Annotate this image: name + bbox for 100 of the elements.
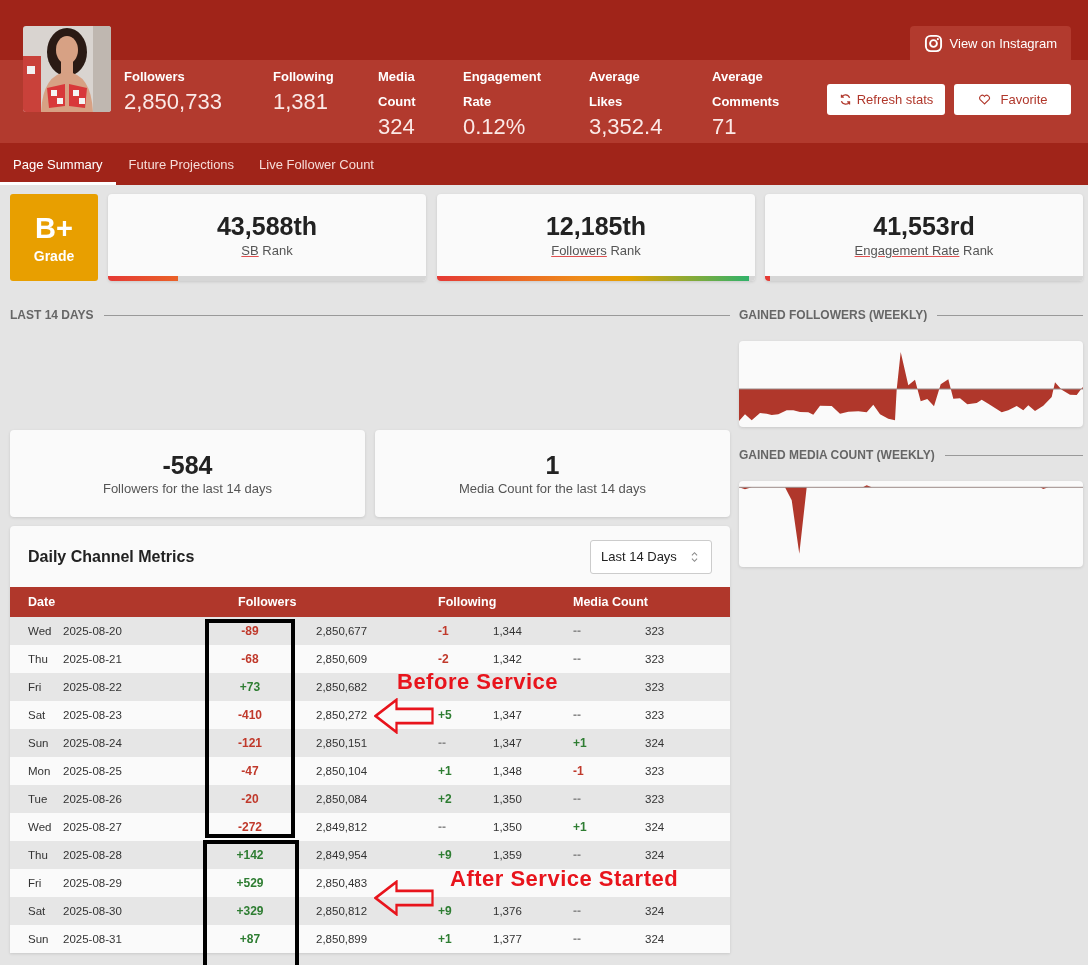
change-value: +1 bbox=[438, 932, 452, 946]
change-value: -1 bbox=[573, 764, 584, 778]
table-cell-text: 1,376 bbox=[493, 905, 523, 917]
change-value: -- bbox=[573, 708, 581, 722]
table-cell-text: 2,850,272 bbox=[315, 709, 369, 721]
heart-icon bbox=[977, 93, 991, 106]
table-cell-text: 2,850,104 bbox=[315, 765, 369, 777]
table-cell-text: 323 bbox=[645, 625, 666, 637]
table-cell-text: 323 bbox=[645, 681, 666, 693]
change-value: +1 bbox=[438, 764, 452, 778]
table-cell-text: Tue bbox=[28, 793, 49, 805]
tab[interactable]: Live Follower Count bbox=[246, 143, 386, 185]
annotation-text: Before Service bbox=[397, 669, 559, 695]
change-value: -47 bbox=[241, 764, 259, 778]
table-cell-text: 2025-08-28 bbox=[63, 849, 123, 861]
column-header: Following bbox=[438, 595, 498, 609]
table-cell-text: 2025-08-25 bbox=[63, 765, 123, 777]
table-cell-text: Thu bbox=[28, 653, 49, 665]
change-value: +9 bbox=[438, 904, 452, 918]
change-value: -121 bbox=[238, 736, 262, 750]
column-header: Followers bbox=[237, 595, 298, 609]
change-value: +529 bbox=[236, 876, 264, 890]
stat-label: Media Count bbox=[378, 68, 416, 111]
table-cell-text: 324 bbox=[645, 905, 666, 917]
table-cell-text: 323 bbox=[645, 793, 666, 805]
table-cell-text: 1,342 bbox=[493, 653, 523, 665]
table-cell-text: 1,348 bbox=[493, 765, 523, 777]
tab[interactable]: Page Summary bbox=[0, 143, 116, 185]
table-cell-text: 2025-08-30 bbox=[63, 905, 123, 917]
stat-label: Average Likes bbox=[589, 68, 640, 111]
table-cell-text: 1,377 bbox=[493, 933, 523, 945]
table-cell-text: 324 bbox=[645, 737, 666, 749]
camera-icon bbox=[923, 33, 943, 53]
table-cell-text: 323 bbox=[645, 765, 666, 777]
table-cell-text: 2025-08-22 bbox=[63, 681, 123, 693]
grade-badge: B+ Grade bbox=[10, 194, 98, 281]
table-cell-text: 2025-08-31 bbox=[63, 933, 123, 945]
stat-value: 1,381 bbox=[273, 89, 329, 115]
change-value: -- bbox=[573, 652, 581, 666]
table-cell-text: Thu bbox=[28, 849, 49, 861]
table-cell-text: 2,850,609 bbox=[315, 653, 369, 665]
table-cell-text: Sun bbox=[28, 737, 50, 749]
view-on-instagram-button[interactable]: View on Instagram bbox=[909, 26, 1071, 60]
change-value: -20 bbox=[241, 792, 259, 806]
table-cell-text: 1,359 bbox=[493, 849, 523, 861]
stat-value: 0.12% bbox=[463, 114, 526, 140]
change-value: +2 bbox=[438, 792, 452, 806]
summary-label: Followers for the last 14 days bbox=[102, 481, 273, 496]
table-cell-text: Fri bbox=[28, 681, 43, 693]
table-cell-text: 323 bbox=[645, 709, 666, 721]
stat-value: 71 bbox=[712, 114, 737, 140]
refresh-button[interactable]: Refresh stats bbox=[827, 84, 945, 115]
table-cell-text: 1,347 bbox=[493, 709, 523, 721]
tab[interactable]: Future Projections bbox=[115, 143, 247, 185]
change-value: -- bbox=[573, 904, 581, 918]
stat-value: 324 bbox=[378, 114, 415, 140]
table-cell-text: 2025-08-29 bbox=[63, 877, 123, 889]
change-value: -68 bbox=[241, 652, 259, 666]
change-value: +9 bbox=[438, 848, 452, 862]
table-cell-text: 1,344 bbox=[493, 625, 523, 637]
table-cell-text: 1,350 bbox=[493, 793, 523, 805]
table-cell-text: 2025-08-20 bbox=[63, 625, 123, 637]
change-value: -410 bbox=[238, 708, 262, 722]
table-cell-text: 1,350 bbox=[493, 821, 523, 833]
table-cell-text: 2,850,812 bbox=[315, 905, 369, 917]
change-value: +73 bbox=[239, 680, 261, 694]
table-cell-text: Mon bbox=[28, 765, 52, 777]
change-value: -1 bbox=[438, 624, 449, 638]
table-cell-text: 2025-08-21 bbox=[63, 653, 123, 665]
table-cell-text: 2,849,954 bbox=[315, 849, 369, 861]
section-title: GAINED MEDIA COUNT (WEEKLY) bbox=[739, 448, 935, 462]
change-value: +1 bbox=[573, 820, 587, 834]
summary-value: -584 bbox=[162, 451, 213, 479]
section-title: GAINED FOLLOWERS (WEEKLY) bbox=[739, 308, 928, 322]
summary-value: 1 bbox=[545, 451, 560, 479]
refresh-icon bbox=[838, 93, 852, 106]
table-cell-text: 2,850,483 bbox=[315, 877, 369, 889]
change-value: +87 bbox=[239, 932, 261, 946]
rank-label: Engagement Rate Rank bbox=[854, 243, 994, 258]
range-select[interactable]: Last 14 Days bbox=[590, 539, 712, 574]
rank-label: SB Rank bbox=[241, 243, 293, 258]
column-header: Media Count bbox=[573, 595, 649, 609]
change-value: -- bbox=[573, 848, 581, 862]
chevron-icon bbox=[690, 550, 699, 563]
change-value: +329 bbox=[236, 904, 264, 918]
arrow-icon bbox=[374, 880, 434, 916]
stat-label: Engagement Rate bbox=[463, 68, 541, 111]
stat-label: Average Comments bbox=[712, 68, 780, 111]
section-title: LAST 14 DAYS bbox=[10, 308, 94, 322]
table-cell-text: 2025-08-27 bbox=[63, 821, 123, 833]
arrow-icon bbox=[374, 698, 434, 734]
table-cell-text: Sat bbox=[28, 709, 47, 721]
table-cell-text: 2025-08-24 bbox=[63, 737, 123, 749]
rank-value: 43,588th bbox=[216, 212, 318, 240]
table-cell-text: 2025-08-26 bbox=[63, 793, 123, 805]
table-cell-text: 1,347 bbox=[493, 737, 523, 749]
stat-label: Followers bbox=[124, 68, 185, 86]
rank-label: Followers Rank bbox=[551, 243, 641, 258]
change-value: -2 bbox=[438, 652, 449, 666]
favorite-button[interactable]: Favorite bbox=[954, 84, 1071, 115]
